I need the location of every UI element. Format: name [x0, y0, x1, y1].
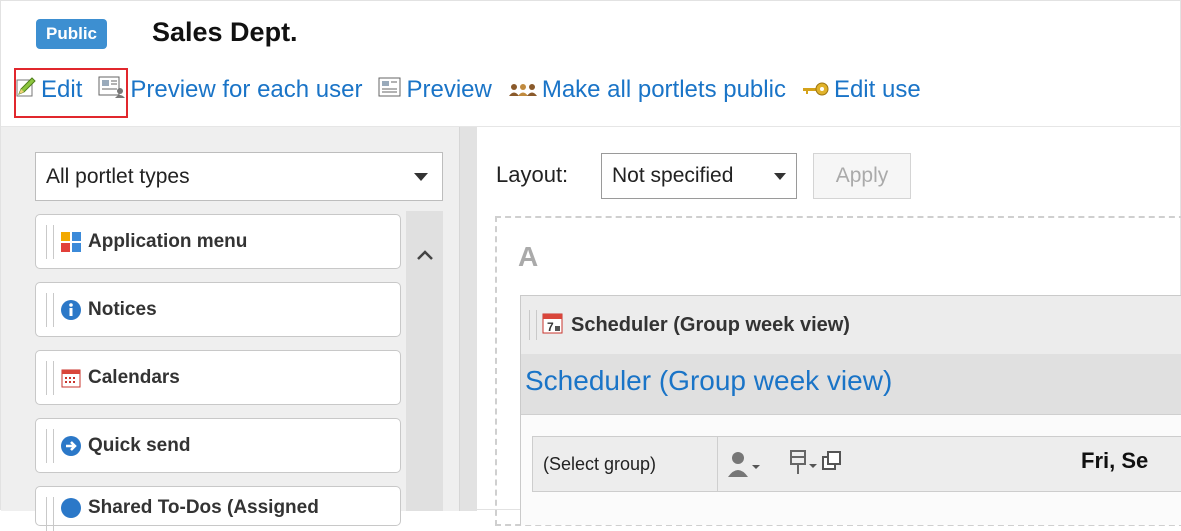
portlet-item[interactable]: Calendars — [35, 350, 401, 405]
svg-text:7: 7 — [547, 320, 554, 334]
calendar-icon — [60, 367, 82, 389]
portlet-item[interactable]: Notices — [35, 282, 401, 337]
preview-icon — [378, 76, 402, 105]
facility-filter-button[interactable] — [789, 448, 849, 485]
layout-select-value: Not specified — [612, 164, 734, 187]
chevron-down-icon — [774, 173, 786, 180]
shared-todo-icon — [60, 497, 82, 519]
public-badge: Public — [36, 19, 108, 49]
preview-each-user-link[interactable]: Preview for each user — [98, 75, 362, 106]
user-filter-button[interactable] — [726, 449, 766, 484]
portlet-item[interactable]: Application menu — [35, 214, 401, 269]
drag-handle-icon[interactable] — [46, 292, 54, 327]
make-all-public-link[interactable]: Make all portlets public — [508, 76, 786, 104]
preview-link[interactable]: Preview — [378, 76, 492, 105]
portlet-label: Application menu — [88, 230, 248, 252]
toolbar-separator — [717, 437, 718, 491]
layout-select[interactable]: Not specified — [601, 153, 797, 199]
portlet-label: Notices — [88, 298, 157, 320]
zone-label: A — [518, 241, 539, 272]
drag-handle-icon[interactable] — [46, 428, 54, 463]
users-group-icon — [508, 76, 538, 104]
portlet-label: Shared To-Dos (Assigned — [88, 497, 319, 518]
drag-handle-icon[interactable] — [46, 497, 54, 531]
chevron-up-icon[interactable] — [413, 243, 437, 267]
key-icon — [802, 76, 830, 104]
portlet-label: Calendars — [88, 366, 180, 388]
panel-splitter[interactable] — [459, 127, 477, 511]
edit-users-link[interactable]: Edit use — [802, 76, 921, 104]
info-icon — [60, 299, 82, 321]
layout-label: Layout: — [496, 162, 569, 187]
drag-handle-icon[interactable] — [529, 310, 537, 340]
portlet-item[interactable]: Shared To-Dos (Assigned — [35, 486, 401, 531]
portlet-type-select[interactable]: All portlet types — [35, 152, 443, 201]
apply-button[interactable]: Apply — [813, 153, 911, 199]
edit-highlight-box — [14, 68, 128, 118]
scheduler-title-link[interactable]: Scheduler (Group week view) — [525, 365, 892, 397]
toolbar: Edit Preview for each user Preview Make … — [15, 70, 937, 110]
preview-label: Preview — [406, 76, 492, 103]
scheduler-portlet-header-title: Scheduler (Group week view) — [571, 313, 850, 336]
schedule-date: Fri, Se — [1081, 448, 1149, 473]
make-all-public-label: Make all portlets public — [541, 76, 786, 103]
scheduler-portlet-header[interactable]: 7 Scheduler (Group week view) — [521, 296, 1181, 354]
chevron-down-icon — [414, 173, 428, 181]
portlet-label: Quick send — [88, 434, 191, 456]
edit-users-label: Edit use — [833, 76, 921, 103]
page-title: Sales Dept. — [152, 17, 298, 47]
drag-handle-icon[interactable] — [46, 360, 54, 395]
application-menu-icon — [60, 231, 82, 253]
preview-each-user-label: Preview for each user — [130, 76, 363, 103]
portlet-type-select-value: All portlet types — [46, 165, 190, 188]
arrow-circle-icon — [60, 435, 82, 457]
drag-handle-icon[interactable] — [46, 224, 54, 259]
group-select[interactable]: (Select group) — [533, 437, 727, 491]
portlet-item[interactable]: Quick send — [35, 418, 401, 473]
scheduler-icon: 7 — [541, 311, 565, 340]
